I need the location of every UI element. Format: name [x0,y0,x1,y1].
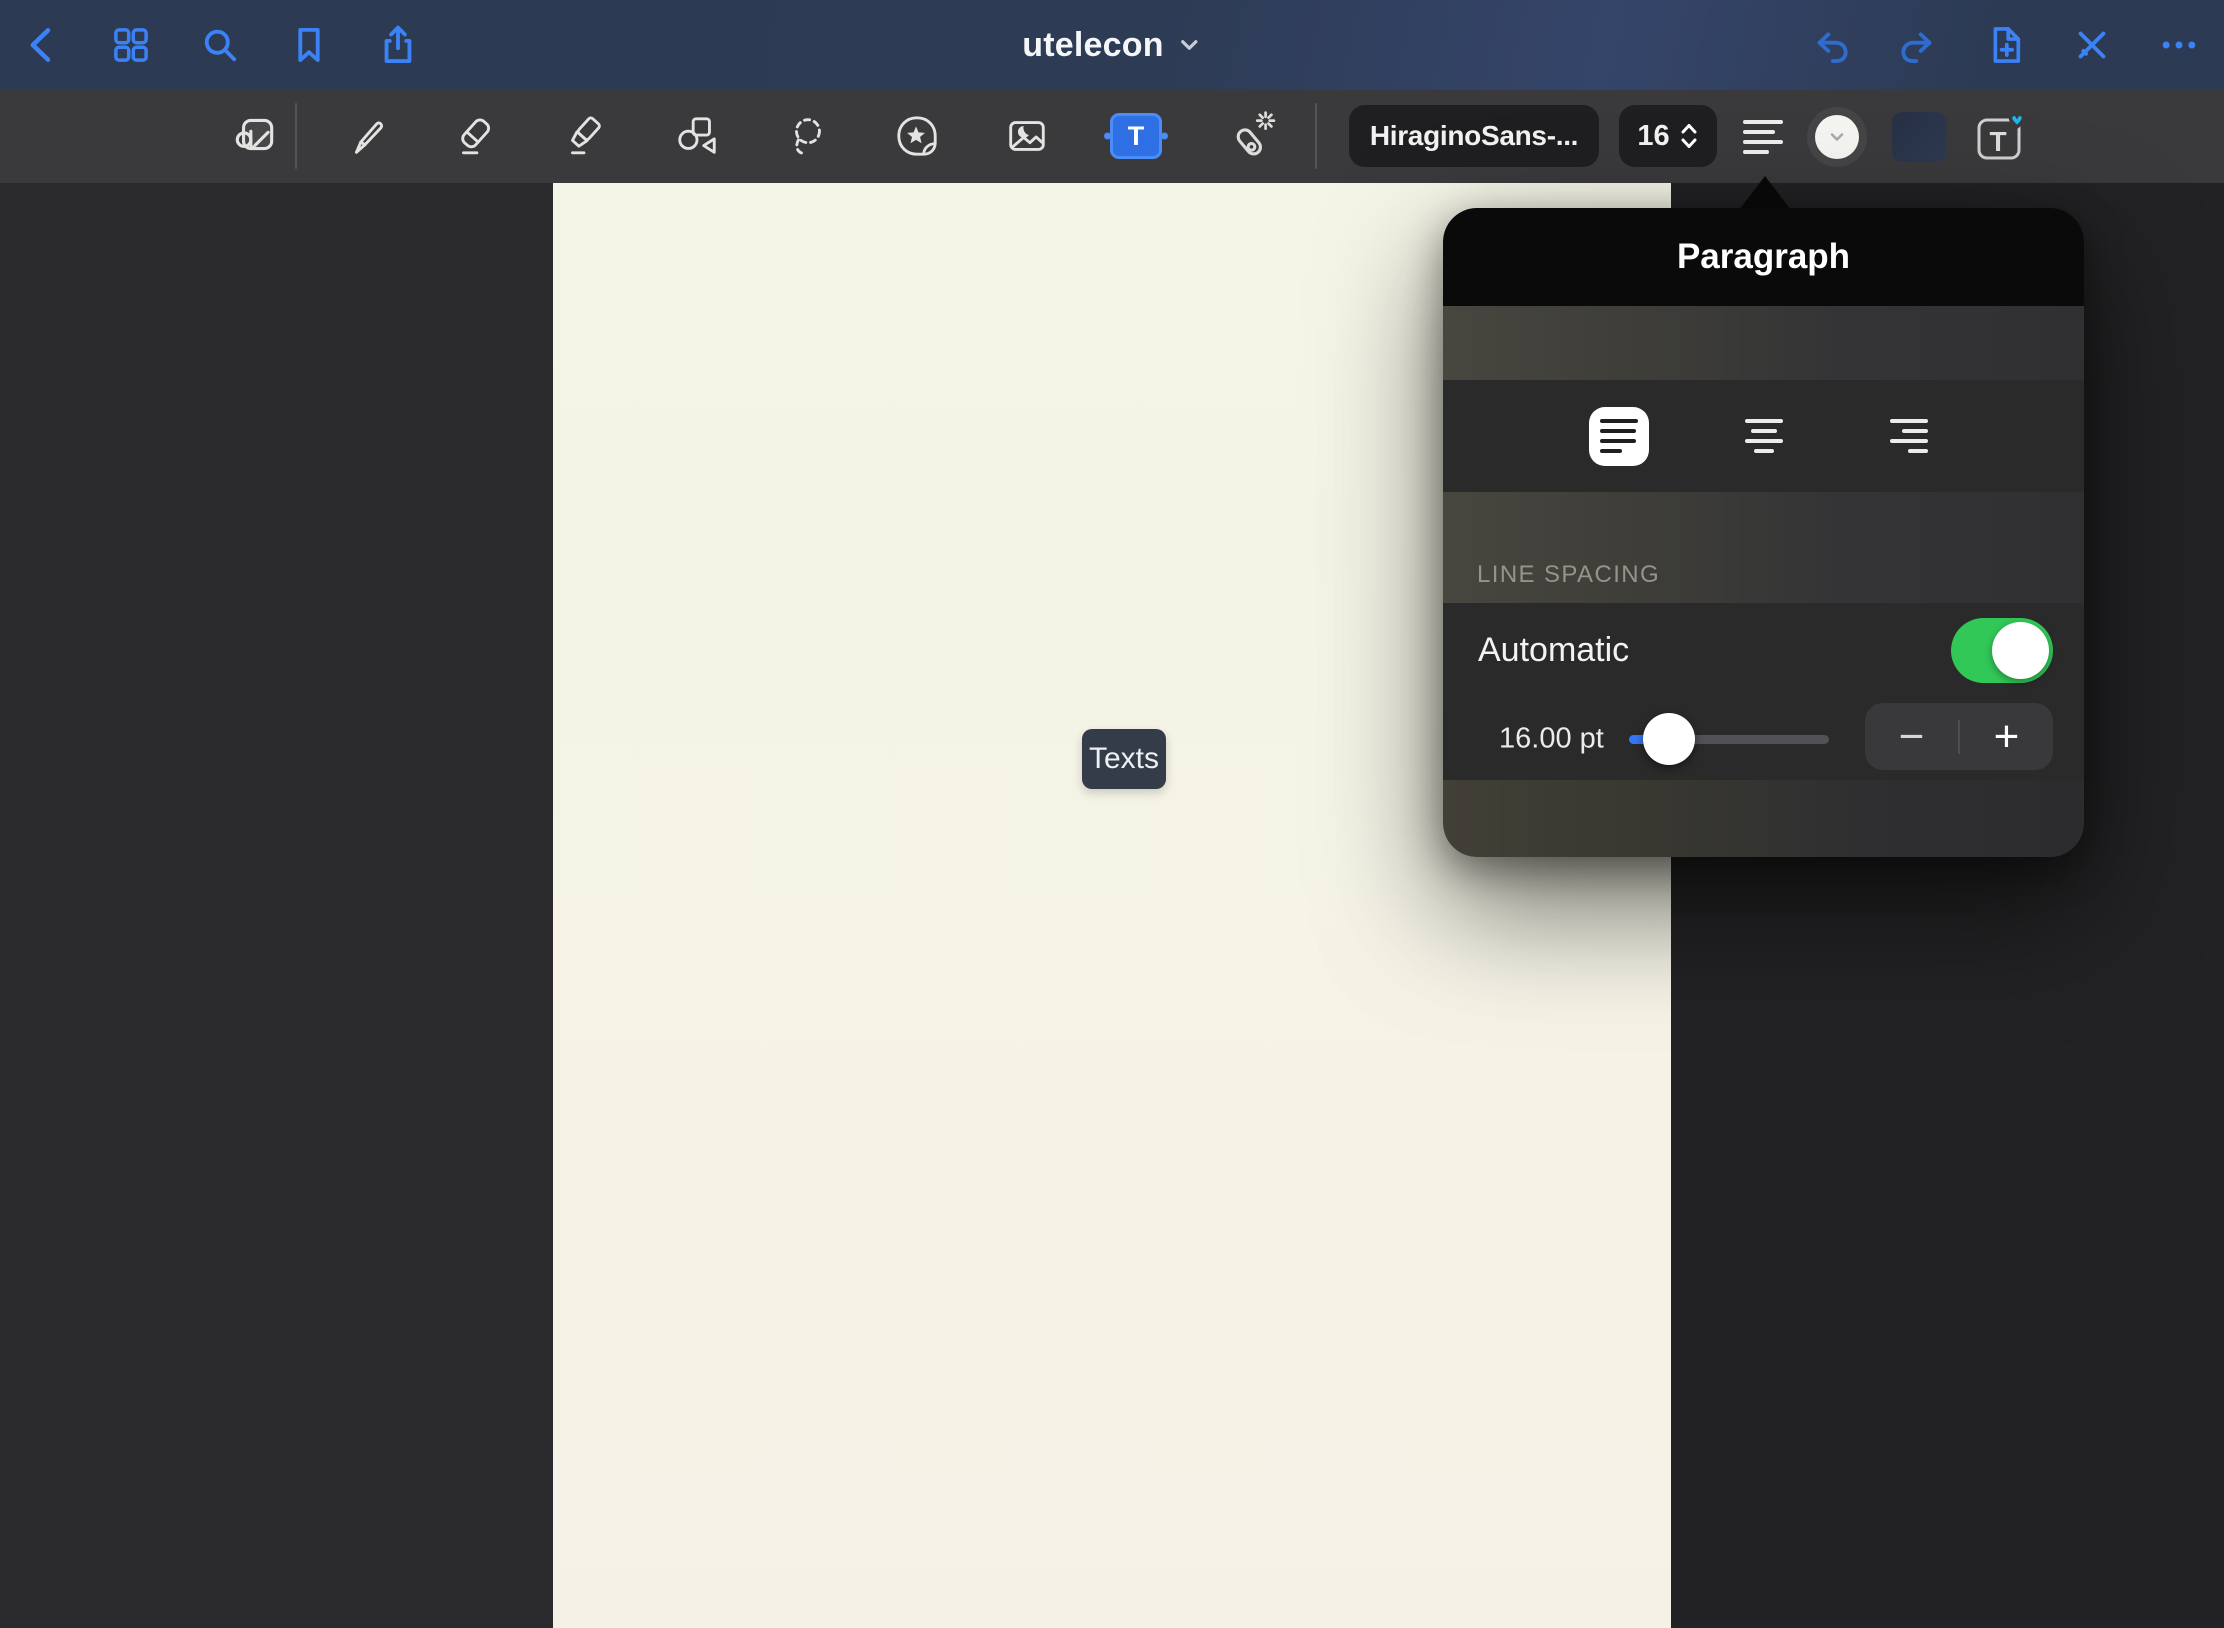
alignment-row [1443,380,2084,492]
eraser-tool-button[interactable] [448,106,502,166]
pen-icon [343,113,389,159]
highlighter-tool-button[interactable] [557,106,611,166]
text-background-color-swatch[interactable] [1892,112,1946,162]
spacing-slider-row: 16.00 pt − + [1443,698,2084,780]
automatic-label: Automatic [1478,631,1629,670]
page-thumbnails-button[interactable] [109,23,153,67]
back-chevron-icon [20,23,64,67]
paragraph-popover: Paragraph LINE SPACING [1443,208,2084,857]
elements-tool-button[interactable] [890,106,944,166]
slider-thumb[interactable] [1643,713,1695,765]
size-chevrons-icon [1679,121,1699,151]
stylus-disabled-button[interactable] [2070,23,2114,67]
automatic-toggle[interactable] [1951,618,2053,683]
stylus-crossed-icon [2070,23,2114,67]
favorite-text-style-button[interactable]: T [1971,109,2029,165]
ellipsis-icon [2157,23,2201,67]
popover-header: Paragraph [1443,208,2084,306]
sticker-star-icon [894,113,940,159]
more-button[interactable] [2157,23,2201,67]
search-icon [198,23,242,67]
document-title: utelecon [1022,26,1163,65]
bookmark-icon [287,23,331,67]
undo-button[interactable] [1809,23,1853,67]
bookmark-button[interactable] [287,23,331,67]
canvas-background-left [0,183,553,1628]
toolbar-divider [1315,103,1317,169]
share-button[interactable] [376,23,420,67]
favorite-text-glyph: T [1989,126,2006,157]
nav-left-group [20,0,420,90]
text-color-swatch [1815,115,1859,159]
laser-pointer-button[interactable] [1224,106,1278,166]
lasso-icon [784,113,830,159]
shapes-icon [674,113,720,159]
decrease-spacing-button[interactable]: − [1865,703,1958,770]
editing-mode-button[interactable] [228,106,282,166]
align-right-icon [1890,419,1928,453]
font-name-label: HiraginoSans-... [1370,120,1578,152]
editing-mode-icon [230,111,280,161]
text-tool-selected-icon: T [1110,113,1162,159]
undo-icon [1809,23,1853,67]
favorite-text-icon: T [1971,109,2029,165]
popover-title: Paragraph [1677,237,1850,277]
align-center-icon [1745,419,1783,453]
popover-spacer-band [1443,306,2084,380]
back-button[interactable] [20,23,64,67]
heart-icon [2011,114,2024,127]
tools-toolbar: T HiraginoSans-... 16 [0,90,2224,183]
line-spacing-section: LINE SPACING [1443,492,2084,603]
text-tool-button[interactable]: T [1110,114,1162,158]
pen-tool-button[interactable] [339,106,393,166]
selection-handle-left [1104,133,1111,140]
text-object-content: Texts [1089,742,1159,776]
add-page-icon [1983,23,2027,67]
redo-button[interactable] [1896,23,1940,67]
popover-caret [1739,176,1791,210]
spacing-value: 16.00 pt [1499,723,1604,756]
spacing-stepper: − + [1865,703,2053,770]
grid-icon [109,23,153,67]
app-screen: utelecon [0,0,2224,1628]
selected-text-object[interactable]: Texts [1082,729,1166,789]
font-size-value: 16 [1637,120,1669,153]
redo-icon [1896,23,1940,67]
share-icon [376,23,420,67]
image-icon [1004,113,1050,159]
text-color-well[interactable] [1807,107,1867,167]
selection-handle-right [1161,133,1168,140]
align-left-icon [1600,419,1638,453]
eraser-icon [452,113,498,159]
paragraph-alignment-button[interactable] [1737,115,1789,159]
title-chevron-down-icon [1178,33,1202,57]
font-name-button[interactable]: HiraginoSans-... [1349,105,1599,167]
navigation-bar: utelecon [0,0,2224,90]
search-button[interactable] [198,23,242,67]
popover-bottom-band [1443,780,2084,857]
automatic-row: Automatic [1443,603,2084,698]
document-title-button[interactable]: utelecon [1022,0,1201,90]
add-page-button[interactable] [1983,23,2027,67]
shapes-tool-button[interactable] [670,106,724,166]
align-left-icon [1743,120,1783,154]
nav-right-group [1809,0,2201,90]
align-right-button[interactable] [1879,407,1939,466]
text-tool-glyph: T [1128,121,1145,152]
line-spacing-label: LINE SPACING [1477,561,1660,589]
font-size-stepper[interactable]: 16 [1619,105,1717,167]
align-center-button[interactable] [1734,407,1794,466]
highlighter-icon [561,113,607,159]
color-chevron-down-icon [1828,129,1846,145]
toggle-knob [1992,622,2049,679]
toolbar-divider [295,103,297,169]
increase-spacing-button[interactable]: + [1960,703,2053,770]
align-left-button[interactable] [1589,407,1649,466]
image-tool-button[interactable] [1000,106,1054,166]
lasso-tool-button[interactable] [780,106,834,166]
laser-pointer-icon [1226,111,1276,161]
